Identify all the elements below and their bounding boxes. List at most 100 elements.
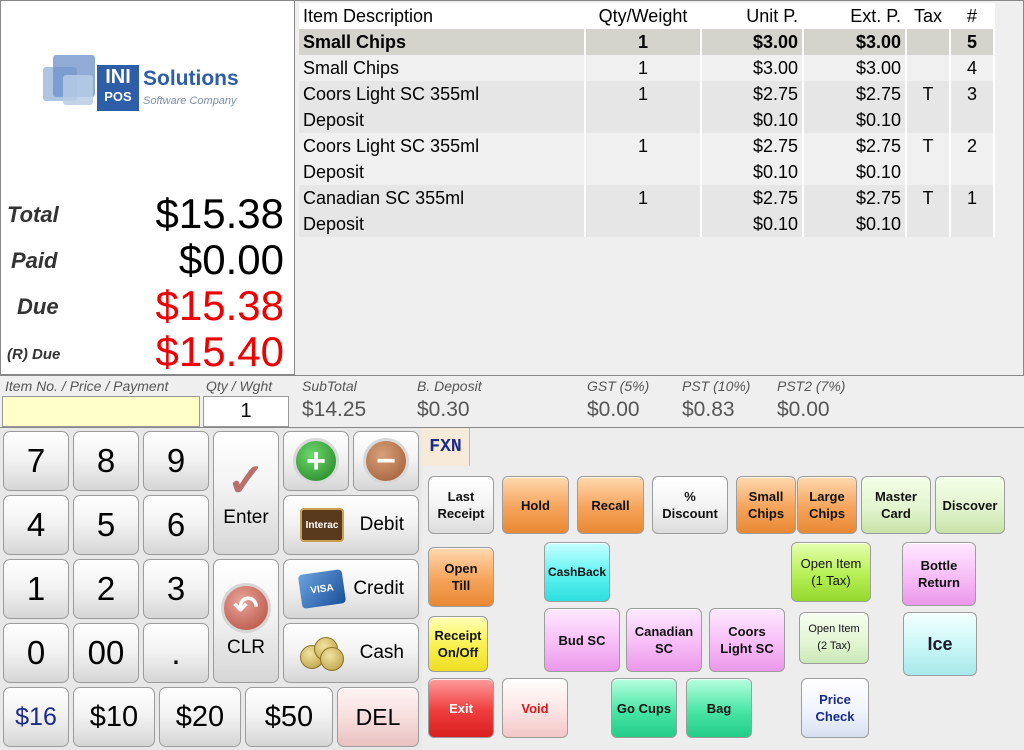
- delete-button[interactable]: DEL: [337, 687, 419, 747]
- credit-label: Credit: [353, 578, 404, 599]
- key-label: 9: [166, 442, 186, 479]
- item-line-number: 2: [950, 133, 995, 159]
- quick-cash-10-button[interactable]: $10: [73, 687, 155, 747]
- small-chips-button[interactable]: Small Chips: [736, 476, 796, 534]
- cash-button[interactable]: Cash: [283, 623, 419, 683]
- pst2-label: PST2 (7%): [777, 378, 846, 394]
- tab-fxn[interactable]: FXN: [422, 428, 470, 466]
- open-item-2-tax-button[interactable]: Open Item (2 Tax): [799, 612, 869, 664]
- keypad-area: 7 8 9 4 5 6 1 2 3 0 00 . ✓ Enter ↶ CLR +…: [0, 428, 422, 750]
- exit-button[interactable]: Exit: [428, 678, 494, 738]
- discount-button[interactable]: % Discount: [652, 476, 728, 534]
- key-6[interactable]: 6: [143, 495, 209, 555]
- key-00[interactable]: 00: [73, 623, 139, 683]
- enter-button[interactable]: ✓ Enter: [213, 431, 279, 555]
- bottle-return-button[interactable]: Bottle Return: [902, 542, 976, 606]
- item-unit-price: $2.75: [701, 185, 804, 211]
- key-4[interactable]: 4: [3, 495, 69, 555]
- table-header: Item Description Qty/Weight Unit P. Ext.…: [299, 3, 995, 29]
- key-decimal[interactable]: .: [143, 623, 209, 683]
- table-row[interactable]: Deposit $0.10 $0.10: [299, 159, 995, 185]
- item-tax-flag: T: [906, 185, 951, 211]
- price-check-button[interactable]: Price Check: [801, 678, 869, 738]
- due-value: $15.38: [155, 282, 284, 329]
- table-row[interactable]: Coors Light SC 355ml 1 $2.75 $2.75 T 3: [299, 81, 995, 107]
- key-label: 1: [26, 570, 46, 607]
- key-8[interactable]: 8: [73, 431, 139, 491]
- ice-button[interactable]: Ice: [903, 612, 977, 676]
- key-2[interactable]: 2: [73, 559, 139, 619]
- key-5[interactable]: 5: [73, 495, 139, 555]
- logo-tagline: Software Company: [143, 95, 237, 107]
- table-row[interactable]: Deposit $0.10 $0.10: [299, 211, 995, 237]
- key-label: 7: [26, 442, 46, 479]
- open-till-button[interactable]: Open Till: [428, 547, 494, 607]
- quick-cash-16-button[interactable]: $16: [3, 687, 69, 747]
- item-tax-flag: [906, 107, 951, 133]
- coins-icon: [300, 635, 344, 671]
- canadian-sc-button[interactable]: Canadian SC: [626, 608, 702, 672]
- void-button[interactable]: Void: [502, 678, 568, 738]
- go-cups-button[interactable]: Go Cups: [611, 678, 677, 738]
- key-3[interactable]: 3: [143, 559, 209, 619]
- bag-button[interactable]: Bag: [686, 678, 752, 738]
- bud-sc-button[interactable]: Bud SC: [544, 608, 620, 672]
- rounded-due-row: (R) Due $15.40: [1, 328, 296, 375]
- discover-button[interactable]: Discover: [935, 476, 1005, 534]
- item-ext-price: $3.00: [803, 29, 907, 55]
- quick-cash-50-button[interactable]: $50: [245, 687, 333, 747]
- item-unit-price: $2.75: [701, 133, 804, 159]
- header-ext-price: Ext. P.: [803, 3, 907, 29]
- hold-button[interactable]: Hold: [502, 476, 569, 534]
- coors-light-sc-button[interactable]: Coors Light SC: [709, 608, 785, 672]
- function-panel: FXN Last Receipt Hold Recall % Discount …: [422, 428, 1024, 750]
- subtotal-label: SubTotal: [302, 378, 357, 394]
- coin-shape: [320, 647, 344, 671]
- key-7[interactable]: 7: [3, 431, 69, 491]
- key-label: 8: [96, 442, 116, 479]
- qty-input-label: Qty / Wght: [206, 378, 273, 394]
- item-table: Item Description Qty/Weight Unit P. Ext.…: [299, 3, 995, 237]
- item-tax-flag: [906, 211, 951, 237]
- table-row-selected[interactable]: Small Chips 1 $3.00 $3.00 5: [299, 29, 995, 55]
- recall-button[interactable]: Recall: [577, 476, 644, 534]
- item-price-payment-input[interactable]: [2, 396, 200, 427]
- item-description: Deposit: [299, 107, 586, 133]
- item-unit-price: $0.10: [701, 211, 804, 237]
- table-row[interactable]: Deposit $0.10 $0.10: [299, 107, 995, 133]
- qty-weight-input[interactable]: [203, 396, 289, 427]
- gst-label: GST (5%): [587, 378, 650, 394]
- key-0[interactable]: 0: [3, 623, 69, 683]
- item-list-panel[interactable]: Item Description Qty/Weight Unit P. Ext.…: [295, 0, 1024, 375]
- cashback-button[interactable]: CashBack: [544, 542, 610, 602]
- quick-cash-20-button[interactable]: $20: [159, 687, 241, 747]
- table-row[interactable]: Canadian SC 355ml 1 $2.75 $2.75 T 1: [299, 185, 995, 211]
- decrease-qty-button[interactable]: −: [353, 431, 419, 491]
- table-row[interactable]: Small Chips 1 $3.00 $3.00 4: [299, 55, 995, 81]
- item-line-number: [950, 211, 995, 237]
- open-item-1-tax-button[interactable]: Open Item (1 Tax): [791, 542, 871, 602]
- item-tax-flag: [906, 159, 951, 185]
- master-card-button[interactable]: Master Card: [861, 476, 931, 534]
- debit-label: Debit: [359, 514, 404, 535]
- logo-name: Solutions: [143, 67, 239, 90]
- key-9[interactable]: 9: [143, 431, 209, 491]
- clear-label: CLR: [226, 637, 265, 658]
- item-line-number: [950, 107, 995, 133]
- key-label: .: [171, 634, 181, 671]
- increase-qty-button[interactable]: +: [283, 431, 349, 491]
- pst2-value: $0.00: [777, 398, 830, 421]
- key-label: 5: [96, 506, 116, 543]
- credit-button[interactable]: VISA Credit: [283, 559, 419, 619]
- table-row[interactable]: Coors Light SC 355ml 1 $2.75 $2.75 T 2: [299, 133, 995, 159]
- clear-button[interactable]: ↶ CLR: [213, 559, 279, 683]
- debit-button[interactable]: Interac Debit: [283, 495, 419, 555]
- item-unit-price: $0.10: [701, 107, 804, 133]
- large-chips-button[interactable]: Large Chips: [797, 476, 857, 534]
- item-ext-price: $2.75: [803, 185, 907, 211]
- last-receipt-button[interactable]: Last Receipt: [428, 476, 494, 534]
- receipt-on-off-button[interactable]: Receipt On/Off: [428, 616, 488, 672]
- quick-cash-label: $20: [175, 700, 225, 733]
- deposit-value: $0.30: [417, 398, 470, 421]
- key-1[interactable]: 1: [3, 559, 69, 619]
